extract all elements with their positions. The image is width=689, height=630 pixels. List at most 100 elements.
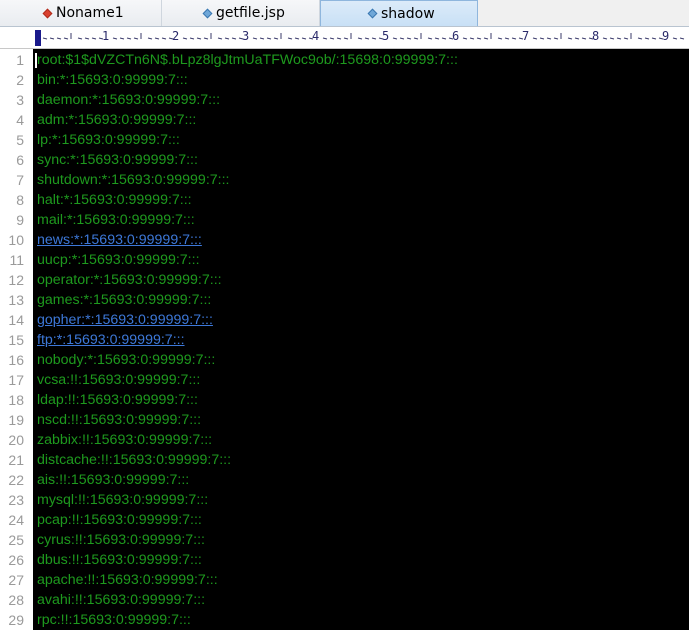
ruler-minor-tick — [679, 37, 685, 40]
tab-shadow[interactable]: shadow — [320, 0, 478, 26]
ruler-minor-tick — [322, 37, 328, 40]
code-line: pcap:!!:15693:0:99999:7::: — [37, 512, 202, 528]
ruler-minor-tick — [84, 37, 90, 40]
ruler-number: 1 — [102, 29, 110, 43]
line-number: 2 — [16, 72, 24, 88]
ruler-number: 6 — [452, 29, 460, 43]
blue-diamond-icon — [367, 8, 378, 19]
ruler-minor-tick — [259, 37, 265, 40]
line-number: 10 — [8, 232, 24, 248]
ruler-minor-tick — [133, 37, 139, 40]
ruler-minor-tick — [476, 37, 482, 40]
tab-bar: Noname1 getfile.jsp shadow — [0, 0, 689, 27]
ruler-minor-tick — [574, 37, 580, 40]
ruler-number: 8 — [592, 29, 600, 43]
line-number: 17 — [8, 372, 24, 388]
ruler-minor-tick — [567, 37, 573, 40]
ruler-number: 3 — [242, 29, 250, 43]
ruler-minor-tick — [49, 37, 55, 40]
ruler-minor-tick — [539, 37, 545, 40]
line-number: 18 — [8, 392, 24, 408]
code-line: mysql:!!:15693:0:99999:7::: — [37, 492, 209, 508]
ruler-minor-tick — [217, 37, 223, 40]
ruler-minor-tick — [329, 37, 335, 40]
code-line: distcache:!!:15693:0:99999:7::: — [37, 452, 232, 468]
code-line-link[interactable]: ftp:*:15693:0:99999:7::: — [37, 330, 185, 350]
code-line: lp:*:15693:0:99999:7::: — [37, 132, 180, 148]
ruler-minor-tick — [182, 37, 188, 40]
line-number: 9 — [16, 212, 24, 228]
code-line: games:*:15693:0:99999:7::: — [37, 292, 212, 308]
ruler-minor-tick — [413, 37, 419, 40]
ruler-minor-tick — [364, 37, 370, 40]
code-line: cyrus:!!:15693:0:99999:7::: — [37, 532, 205, 548]
code-line: rpc:!!:15693:0:99999:7::: — [37, 612, 191, 628]
line-number: 12 — [8, 272, 24, 288]
ruler-minor-tick — [504, 37, 510, 40]
ruler-number: 9 — [662, 29, 670, 43]
line-number: 22 — [8, 472, 24, 488]
ruler-minor-tick — [357, 37, 363, 40]
ruler-minor-tick — [231, 37, 237, 40]
line-number: 6 — [16, 152, 24, 168]
ruler-minor-tick — [644, 37, 650, 40]
line-number: 29 — [8, 612, 24, 628]
code-line: operator:*:15693:0:99999:7::: — [37, 272, 222, 288]
code-line: bin:*:15693:0:99999:7::: — [37, 72, 188, 88]
ruler-minor-tick — [336, 37, 342, 40]
line-number: 26 — [8, 552, 24, 568]
code-line: dbus:!!:15693:0:99999:7::: — [37, 552, 202, 568]
code-line: zabbix:!!:15693:0:99999:7::: — [37, 432, 213, 448]
code-line-link[interactable]: news:*:15693:0:99999:7::: — [37, 230, 202, 250]
tab-label: getfile.jsp — [216, 5, 285, 21]
code-line-link[interactable]: gopher:*:15693:0:99999:7::: — [37, 310, 213, 330]
line-number: 5 — [16, 132, 24, 148]
ruler-minor-tick — [196, 37, 202, 40]
tab-noname1[interactable]: Noname1 — [0, 0, 162, 26]
ruler-minor-tick — [511, 37, 517, 40]
tab-getfile-jsp[interactable]: getfile.jsp — [162, 0, 320, 26]
ruler-minor-tick — [406, 37, 412, 40]
column-ruler: 1 2 3 4 5 6 7 8 9 — [0, 27, 689, 49]
tab-label: Noname1 — [56, 5, 124, 21]
ruler-minor-tick — [434, 37, 440, 40]
ruler-minor-tick — [602, 37, 608, 40]
ruler-minor-tick — [637, 37, 643, 40]
ruler-number: 4 — [312, 29, 320, 43]
ruler-minor-tick — [91, 37, 97, 40]
line-number: 15 — [8, 332, 24, 348]
line-number: 19 — [8, 412, 24, 428]
ruler-minor-tick — [42, 37, 48, 40]
line-number: 1 — [16, 52, 24, 68]
ruler-minor-tick — [112, 37, 118, 40]
ruler-minor-tick — [77, 37, 83, 40]
line-number: 28 — [8, 592, 24, 608]
ruler-minor-tick — [441, 37, 447, 40]
ruler-minor-tick — [301, 37, 307, 40]
code-line: halt:*:15693:0:99999:7::: — [37, 192, 192, 208]
code-area[interactable]: root:$1$dVZCTn6N$.bLpz8lgJtmUaTFWoc9ob/:… — [33, 49, 689, 630]
code-line: nscd:!!:15693:0:99999:7::: — [37, 412, 202, 428]
code-line: daemon:*:15693:0:99999:7::: — [37, 92, 221, 108]
ruler-minor-tick — [126, 37, 132, 40]
code-line: nobody:*:15693:0:99999:7::: — [37, 352, 216, 368]
editor[interactable]: 1 2 3 4 5 6 7 8 9 10 11 12 13 14 15 16 17 18 19 20 21 22 23 24 2… — [0, 49, 689, 630]
code-line: apache:!!:15693:0:99999:7::: — [37, 572, 218, 588]
tab-label: shadow — [381, 5, 435, 22]
line-number: 8 — [16, 192, 24, 208]
ruler-number: 5 — [382, 29, 390, 43]
ruler-minor-tick — [532, 37, 538, 40]
code-line: vcsa:!!:15693:0:99999:7::: — [37, 372, 201, 388]
line-number: 16 — [8, 352, 24, 368]
ruler-minor-tick — [546, 37, 552, 40]
line-number: 3 — [16, 92, 24, 108]
ruler-minor-tick — [273, 37, 279, 40]
code-line: ais:!!:15693:0:99999:7::: — [37, 472, 190, 488]
line-number: 24 — [8, 512, 24, 528]
ruler-minor-tick — [427, 37, 433, 40]
ruler-minor-tick — [343, 37, 349, 40]
line-number: 4 — [16, 112, 24, 128]
ruler-minor-tick — [154, 37, 160, 40]
ruler-minor-tick — [266, 37, 272, 40]
line-number: 14 — [8, 312, 24, 328]
